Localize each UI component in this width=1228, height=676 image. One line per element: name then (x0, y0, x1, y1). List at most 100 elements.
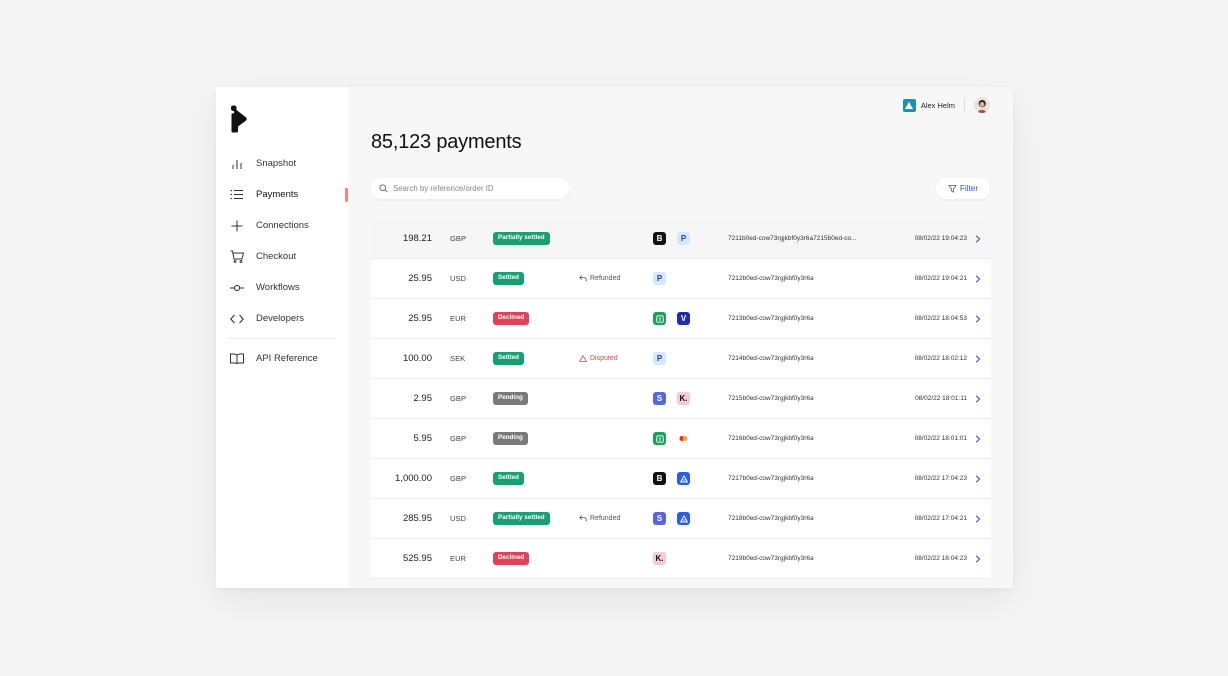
payment-status: Settled (493, 339, 524, 378)
warning-icon (579, 355, 587, 362)
payment-methods: P (653, 259, 677, 298)
search-bar[interactable] (371, 178, 569, 199)
payment-methods: S (653, 499, 701, 538)
payment-currency: SEK (450, 354, 466, 363)
payments-table: 198.21 GBP Partially settled B P 7211b0ed-cow… (371, 219, 991, 579)
paypal-icon: P (653, 272, 666, 285)
payment-reference: 7218b0ed-cow73rgjkbf0y3r6a (728, 515, 814, 522)
payment-amount: 2.95 (413, 393, 433, 404)
chevron-right-icon[interactable] (975, 499, 981, 538)
affirm-icon (677, 472, 690, 485)
chevron-right-icon[interactable] (975, 419, 981, 458)
chevron-right-icon[interactable] (975, 339, 981, 378)
payment-amount: 25.95 (408, 273, 432, 284)
avatar[interactable] (974, 97, 990, 113)
user-menu[interactable]: Alex Helm (902, 96, 990, 114)
divider (228, 338, 336, 339)
payment-amount: 1,000.00 (395, 473, 432, 484)
search-input[interactable] (393, 184, 563, 193)
status-badge: Pending (493, 432, 528, 445)
book-icon (229, 351, 244, 366)
filter-icon (948, 184, 957, 193)
affirm-icon (677, 512, 690, 525)
sidebar-item-snapshot[interactable]: Snapshot (216, 148, 348, 179)
payment-methods (653, 419, 701, 458)
table-row[interactable]: 525.95 EUR Declined K. 7219b0ed-cow73rgjkbf0… (371, 539, 991, 579)
sidebar-item-payments[interactable]: Payments (216, 179, 348, 210)
cart-icon (229, 249, 244, 264)
sidebar-item-label: Snapshot (256, 158, 297, 169)
payment-reference: 7216b0ed-cow73rgjkbf0y3r6a (728, 435, 814, 442)
payment-methods: BP (653, 219, 701, 258)
table-row[interactable]: 198.21 GBP Partially settled B P 7211b0ed-cow… (371, 219, 991, 259)
table-row[interactable]: 5.95 GBP Pending 7216b0ed-cow73rgjkbf0y3r6a… (371, 419, 991, 459)
sidebar-item-developers[interactable]: Developers (216, 303, 348, 334)
payment-timestamp: 08/02/22 18:01:01 (914, 435, 967, 442)
chevron-right-icon[interactable] (975, 299, 981, 338)
status-badge: Declined (493, 312, 530, 325)
page-title: 85,123 payments (371, 131, 522, 153)
payment-reference: 7219b0ed-cow73rgjkbf0y3r6a (728, 555, 814, 562)
chevron-right-icon[interactable] (975, 379, 981, 418)
code-icon (229, 311, 244, 326)
chevron-right-icon[interactable] (975, 219, 981, 258)
payment-status: Pending (493, 379, 528, 418)
payment-status: Declined (493, 299, 530, 338)
stripe-icon: S (653, 512, 666, 525)
payment-currency: USD (450, 274, 467, 283)
sidebar: Snapshot Payments Connections Checkout Workf… (216, 87, 348, 588)
app-window: Snapshot Payments Connections Checkout Workf… (216, 87, 1013, 588)
table-row[interactable]: 25.95 USD Settled Refunded P 7212b0ed-cow73rg… (371, 259, 991, 299)
plus-icon (229, 218, 244, 233)
sidebar-item-workflows[interactable]: Workflows (216, 272, 348, 303)
payment-note: Refunded (579, 259, 620, 298)
paypal-icon: P (677, 232, 690, 245)
status-badge: Settled (493, 352, 524, 365)
payment-timestamp: 08/02/22 19:04:23 (914, 235, 967, 242)
payment-note-label: Refunded (590, 275, 621, 282)
paypal-icon: P (653, 352, 666, 365)
venmo-icon: V (677, 312, 690, 325)
sidebar-item-checkout[interactable]: Checkout (216, 241, 348, 272)
table-row[interactable]: 2.95 GBP Pending S K. 7215b0ed-cow73rgjkbf0y3… (371, 379, 991, 419)
payment-note: Disputed (579, 339, 618, 378)
payment-timestamp: 08/02/22 17:04:21 (914, 515, 967, 522)
bar-chart-icon (229, 156, 244, 171)
chevron-right-icon[interactable] (975, 539, 981, 578)
table-row[interactable]: 1,000.00 GBP Settled B 7217b0ed-cow73rgjkbf0… (371, 459, 991, 499)
filter-label: Filter (959, 184, 979, 193)
brand-logo-icon[interactable] (230, 105, 250, 133)
payment-note: Refunded (579, 499, 620, 538)
payment-reference: 7217b0ed-cow73rgjkbf0y3r6a (728, 475, 814, 482)
search-icon (379, 180, 388, 198)
payment-timestamp: 08/02/22 19:04:21 (914, 275, 967, 282)
org-logo-icon (902, 98, 916, 112)
green-card-icon (653, 312, 666, 325)
payment-status: Settled (493, 259, 524, 298)
table-row[interactable]: 285.95 USD Partially settled Refunded S 7218b… (371, 499, 991, 539)
payment-reference: 7213b0ed-cow73rgjkbf0y3r6a (728, 315, 814, 322)
payment-amount: 285.95 (402, 513, 432, 524)
payment-methods: P (653, 339, 677, 378)
sidebar-item-api-reference[interactable]: API Reference (216, 343, 348, 374)
chevron-right-icon[interactable] (975, 259, 981, 298)
klarna-icon: K. (677, 392, 690, 405)
payment-timestamp: 08/02/22 18:01:11 (915, 395, 967, 402)
table-row[interactable]: 25.95 EUR Declined V 7213b0ed-cow73rgjkbf0y3… (371, 299, 991, 339)
payment-methods: S K. (653, 379, 701, 418)
payment-amount: 25.95 (408, 313, 432, 324)
sidebar-item-label: Payments (256, 189, 299, 200)
main-content: Alex Helm 85,123 payments Filter 198. (348, 87, 1013, 588)
stripe-icon: S (653, 392, 666, 405)
payment-currency: GBP (450, 234, 467, 243)
payment-methods: B (653, 459, 701, 498)
chevron-right-icon[interactable] (975, 459, 981, 498)
table-row[interactable]: 100.00 SEK Settled Disputed P 7214b0ed-cow73r… (371, 339, 991, 379)
sidebar-nav: Snapshot Payments Connections Checkout Workf… (216, 148, 348, 374)
payment-status: Settled (493, 459, 524, 498)
sidebar-item-label: Checkout (256, 251, 297, 262)
sidebar-item-connections[interactable]: Connections (216, 210, 348, 241)
sidebar-item-label: Connections (256, 220, 309, 231)
filter-button[interactable]: Filter (936, 178, 990, 199)
payment-reference: 7214b0ed-cow73rgjkbf0y3r6a (728, 355, 814, 362)
